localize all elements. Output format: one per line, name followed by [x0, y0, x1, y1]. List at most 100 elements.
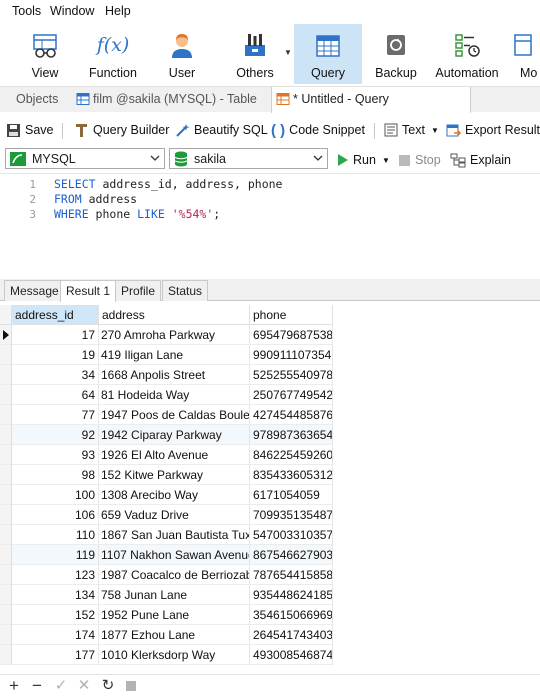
cell-phone[interactable]: 935448624185 [250, 585, 333, 605]
row-indicator[interactable] [0, 485, 12, 505]
function-button[interactable]: f(x) Function [84, 24, 142, 84]
cell-phone[interactable]: 427454485876 [250, 405, 333, 425]
others-dropdown-icon[interactable]: ▼ [284, 48, 292, 57]
table-row[interactable]: 19 419 Iligan Lane 990911107354 [0, 345, 333, 365]
table-row[interactable]: 152 1952 Pune Lane 354615066969 [0, 605, 333, 625]
tab-message[interactable]: Message [4, 280, 65, 301]
table-row[interactable]: 119 1107 Nakhon Sawan Avenue 867546627903 [0, 545, 333, 565]
save-button[interactable]: Save [6, 121, 54, 139]
cell-address-id[interactable]: 119 [12, 545, 99, 565]
cell-address[interactable]: 270 Amroha Parkway [99, 325, 250, 345]
user-button[interactable]: User [160, 24, 204, 84]
stop-button[interactable]: Stop [398, 151, 441, 169]
cell-address[interactable]: 1952 Pune Lane [99, 605, 250, 625]
table-row[interactable]: 771947 Poos de Caldas Boulevard427454485… [0, 405, 333, 425]
menu-help[interactable]: Help [105, 4, 131, 18]
cell-phone[interactable]: 835433605312 [250, 465, 333, 485]
table-row[interactable]: 134 758 Junan Lane 935448624185 [0, 585, 333, 605]
beautify-sql-button[interactable]: Beautify SQL [175, 121, 268, 139]
row-indicator[interactable] [0, 465, 12, 485]
menu-window[interactable]: Window [50, 4, 94, 18]
row-indicator[interactable] [0, 545, 12, 565]
others-button[interactable]: Others [228, 24, 282, 84]
cell-address-id[interactable]: 19 [12, 345, 99, 365]
automation-button[interactable]: Automation [432, 24, 502, 84]
run-button[interactable]: Run ▼ [336, 151, 390, 169]
cell-address[interactable]: 1947 Poos de Caldas Boulevard [99, 405, 250, 425]
row-indicator[interactable] [0, 625, 12, 645]
row-indicator[interactable] [0, 565, 12, 585]
table-row[interactable]: 98 152 Kitwe Parkway 835433605312 [0, 465, 333, 485]
row-indicator[interactable] [0, 425, 12, 445]
tab-film-table[interactable]: film @sakila (MYSQL) - Table [70, 87, 265, 113]
add-record-icon[interactable]: + [6, 677, 22, 694]
cell-address-id[interactable]: 98 [12, 465, 99, 485]
cell-address[interactable]: 152 Kitwe Parkway [99, 465, 250, 485]
menu-tools[interactable]: Tools [12, 4, 41, 18]
code-snippet-button[interactable]: ( ) Code Snippet [271, 121, 365, 139]
explain-button[interactable]: Explain [450, 151, 511, 169]
table-row[interactable]: 17 270 Amroha Parkway 695479687538 [0, 325, 333, 345]
cell-address[interactable]: 1877 Ezhou Lane [99, 625, 250, 645]
cell-address-id[interactable]: 110 [12, 525, 99, 545]
tab-result-1[interactable]: Result 1 [60, 280, 117, 302]
cell-address[interactable]: 1308 Arecibo Way [99, 485, 250, 505]
cell-address-id[interactable]: 17 [12, 325, 99, 345]
table-row[interactable]: 174 1877 Ezhou Lane 264541743403 [0, 625, 333, 645]
cell-phone[interactable]: 250767749542 [250, 385, 333, 405]
delete-record-icon[interactable]: − [29, 677, 45, 694]
table-row[interactable]: 100 1308 Arecibo Way 6171054059 [0, 485, 333, 505]
cell-address-id[interactable]: 174 [12, 625, 99, 645]
cell-address[interactable]: 1867 San Juan Bautista Tuxtepec Avenue [99, 525, 250, 545]
table-row[interactable]: 92 1942 Ciparay Parkway 978987363654 [0, 425, 333, 445]
row-indicator[interactable] [0, 365, 12, 385]
cell-phone[interactable]: 709935135487 [250, 505, 333, 525]
cell-address[interactable]: 1987 Coacalco de Berriozabal Loop [99, 565, 250, 585]
cell-address-id[interactable]: 100 [12, 485, 99, 505]
apply-icon[interactable]: ✓ [53, 678, 69, 694]
column-header-address[interactable]: address [99, 305, 250, 325]
row-indicator[interactable] [0, 645, 12, 665]
tab-profile[interactable]: Profile [115, 280, 162, 301]
cell-phone[interactable]: 787654415858 [250, 565, 333, 585]
backup-button[interactable]: Backup [370, 24, 422, 84]
model-button[interactable]: Mo [514, 24, 540, 84]
database-select[interactable]: sakila [169, 148, 328, 169]
tab-untitled-query[interactable]: * Untitled - Query [271, 87, 471, 113]
row-indicator[interactable] [0, 385, 12, 405]
cell-address-id[interactable]: 77 [12, 405, 99, 425]
cell-address-id[interactable]: 64 [12, 385, 99, 405]
connection-select[interactable]: MYSQL [5, 148, 165, 169]
row-indicator[interactable] [0, 525, 12, 545]
text-button[interactable]: Text ▼ [384, 121, 439, 139]
cell-phone[interactable]: 978987363654 [250, 425, 333, 445]
row-indicator[interactable] [0, 605, 12, 625]
cell-address-id[interactable]: 92 [12, 425, 99, 445]
table-row[interactable]: 106 659 Vaduz Drive 709935135487 [0, 505, 333, 525]
table-row[interactable]: 1101867 San Juan Bautista Tuxtepec Avenu… [0, 525, 333, 545]
tab-objects[interactable]: Objects [8, 87, 66, 113]
cell-address-id[interactable]: 152 [12, 605, 99, 625]
cell-address[interactable]: 81 Hodeida Way [99, 385, 250, 405]
cell-address[interactable]: 419 Iligan Lane [99, 345, 250, 365]
cell-address[interactable]: 659 Vaduz Drive [99, 505, 250, 525]
table-row[interactable]: 177 1010 Klerksdorp Way 493008546874 [0, 645, 333, 665]
row-indicator[interactable] [0, 505, 12, 525]
cell-address[interactable]: 1107 Nakhon Sawan Avenue [99, 545, 250, 565]
export-result-button[interactable]: Export Result [446, 121, 540, 139]
cell-address-id[interactable]: 123 [12, 565, 99, 585]
cell-address[interactable]: 1010 Klerksdorp Way [99, 645, 250, 665]
column-header-address-id[interactable]: address_id [12, 305, 99, 325]
stop-icon[interactable] [123, 678, 139, 694]
table-row[interactable]: 34 1668 Anpolis Street 525255540978 [0, 365, 333, 385]
tab-status[interactable]: Status [162, 280, 209, 301]
cell-phone[interactable]: 547003310357 [250, 525, 333, 545]
row-indicator[interactable] [0, 325, 12, 345]
cell-address-id[interactable]: 93 [12, 445, 99, 465]
table-row[interactable]: 93 1926 El Alto Avenue 846225459260 [0, 445, 333, 465]
cell-phone[interactable]: 990911107354 [250, 345, 333, 365]
cell-phone[interactable]: 867546627903 [250, 545, 333, 565]
cell-address-id[interactable]: 177 [12, 645, 99, 665]
sql-editor[interactable]: 1 SELECT address_id, address, phone 2 FR… [0, 173, 540, 275]
row-indicator[interactable] [0, 405, 12, 425]
